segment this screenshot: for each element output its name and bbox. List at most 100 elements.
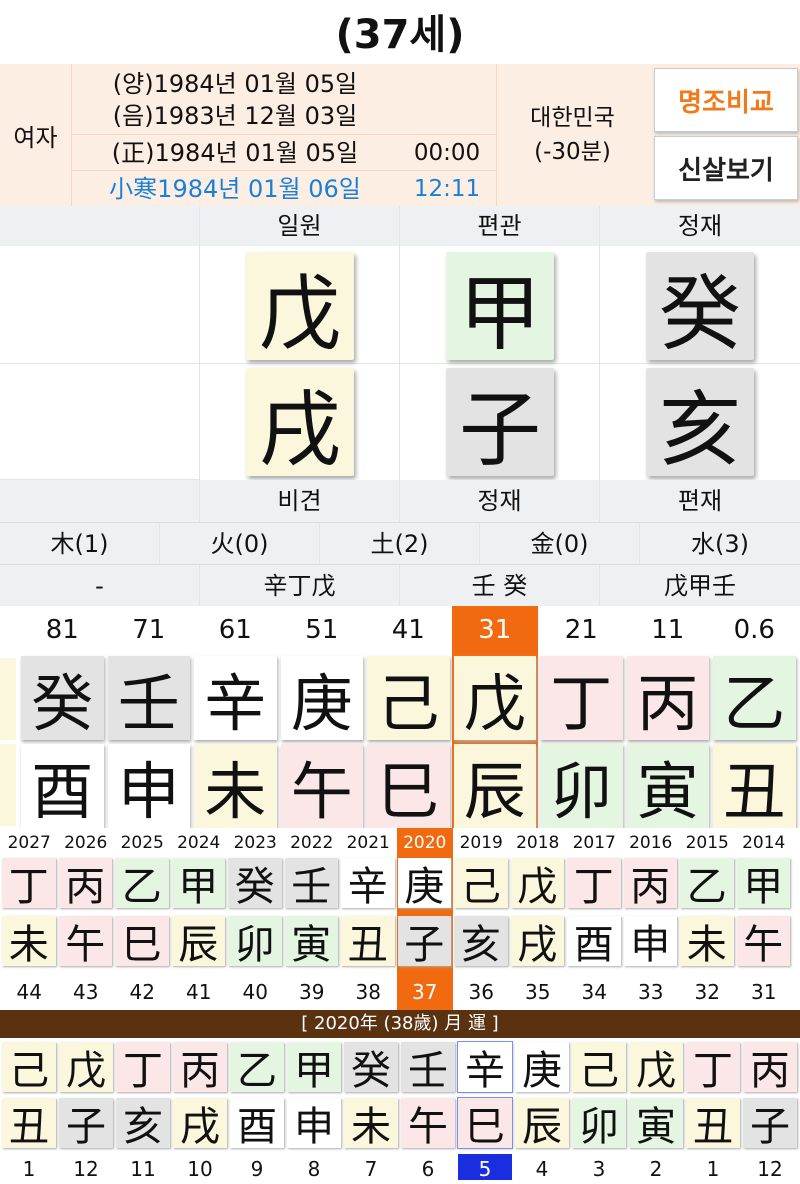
daeun-stem[interactable]: 壬: [107, 656, 190, 740]
daeun-age[interactable]: 41: [367, 606, 450, 650]
wolun-stem[interactable]: 戊: [629, 1042, 683, 1094]
wolun-branch[interactable]: 巳: [457, 1097, 513, 1150]
sewoon-stem[interactable]: 辛: [341, 858, 395, 910]
wolun-stem[interactable]: 癸: [344, 1042, 398, 1094]
daeun-age[interactable]: 21: [540, 606, 623, 650]
wolun-stem[interactable]: 丁: [686, 1042, 740, 1094]
wolun-month[interactable]: 10: [173, 1154, 227, 1181]
daeun-branch[interactable]: 酉: [21, 744, 104, 828]
wolun-branch[interactable]: 午: [401, 1098, 455, 1150]
daeun-branch[interactable]: 丑: [713, 744, 796, 828]
sewoon-year[interactable]: 2020: [398, 830, 453, 854]
sewoon-year[interactable]: 2018: [511, 830, 566, 854]
wolun-branch[interactable]: 酉: [230, 1098, 284, 1150]
sewoon-stem[interactable]: 癸: [228, 858, 282, 910]
wolun-branch[interactable]: 寅: [629, 1098, 683, 1150]
daeun-age[interactable]: 0.6: [713, 606, 796, 650]
daeun-age[interactable]: 11: [627, 606, 710, 650]
daeun-age[interactable]: 71: [108, 606, 191, 650]
daeun-branch[interactable]: 巳: [367, 744, 450, 828]
wolun-stem[interactable]: 丁: [116, 1042, 170, 1094]
sewoon-year[interactable]: 2022: [285, 830, 340, 854]
sewoon-stem[interactable]: 丁: [2, 858, 56, 910]
wolun-branch[interactable]: 卯: [572, 1098, 626, 1150]
sewoon-branch[interactable]: 亥: [454, 916, 508, 968]
daeun-stem[interactable]: 丙: [626, 656, 709, 740]
sewoon-year[interactable]: 2019: [454, 830, 509, 854]
sewoon-stem[interactable]: 戊: [510, 858, 564, 910]
sewoon-branch[interactable]: 未: [680, 916, 734, 968]
wolun-month[interactable]: 4: [515, 1154, 569, 1181]
wolun-stem[interactable]: 己: [2, 1042, 56, 1094]
sewoon-year[interactable]: 2024: [172, 830, 227, 854]
wolun-branch[interactable]: 申: [287, 1098, 341, 1150]
wolun-stem[interactable]: 庚: [515, 1042, 569, 1094]
sewoon-branch[interactable]: 卯: [228, 916, 282, 968]
wolun-branch[interactable]: 子: [743, 1098, 797, 1150]
sewoon-stem[interactable]: 乙: [115, 858, 169, 910]
compare-chart-button[interactable]: 명조비교: [654, 68, 798, 132]
sewoon-stem[interactable]: 丁: [567, 858, 621, 910]
wolun-month[interactable]: 7: [344, 1154, 398, 1181]
month-branch[interactable]: 子: [446, 368, 554, 478]
daeun-age[interactable]: 61: [194, 606, 277, 650]
daeun-stem[interactable]: 己: [367, 656, 450, 740]
wolun-stem[interactable]: 乙: [230, 1042, 284, 1094]
sewoon-stem[interactable]: 甲: [171, 858, 225, 910]
sewoon-stem[interactable]: 壬: [284, 858, 338, 910]
sewoon-branch[interactable]: 巳: [115, 916, 169, 968]
wolun-branch[interactable]: 辰: [515, 1098, 569, 1150]
wolun-stem[interactable]: 甲: [287, 1042, 341, 1094]
sewoon-stem[interactable]: 丙: [623, 858, 677, 910]
sewoon-branch[interactable]: 午: [58, 916, 112, 968]
daeun-stem[interactable]: 乙: [713, 656, 796, 740]
daeun-stem[interactable]: 癸: [21, 656, 104, 740]
daeun-age[interactable]: 31: [454, 606, 537, 650]
sewoon-year[interactable]: 2017: [567, 830, 622, 854]
sewoon-branch[interactable]: 辰: [171, 916, 225, 968]
sewoon-stem[interactable]: 甲: [736, 858, 790, 910]
daeun-branch[interactable]: 卯: [540, 744, 623, 828]
sewoon-branch[interactable]: 丑: [341, 916, 395, 968]
wolun-month[interactable]: 2: [629, 1154, 683, 1181]
wolun-stem[interactable]: 丙: [173, 1042, 227, 1094]
year-stem[interactable]: 癸: [646, 252, 754, 362]
wolun-month[interactable]: 11: [116, 1154, 170, 1181]
sewoon-branch[interactable]: 申: [623, 916, 677, 968]
sewoon-year[interactable]: 2027: [2, 830, 57, 854]
daeun-stem[interactable]: 庚: [280, 656, 363, 740]
wolun-branch[interactable]: 未: [344, 1098, 398, 1150]
sewoon-stem[interactable]: 己: [454, 858, 508, 910]
wolun-month[interactable]: 1: [2, 1154, 56, 1181]
wolun-branch[interactable]: 戌: [173, 1098, 227, 1150]
wolun-branch[interactable]: 丑: [686, 1098, 740, 1150]
daeun-age[interactable]: 81: [21, 606, 104, 650]
daeun-branch[interactable]: 辰: [453, 744, 536, 828]
wolun-month[interactable]: 6: [401, 1154, 455, 1181]
daeun-stem[interactable]: 辛: [194, 656, 277, 740]
wolun-stem[interactable]: 辛: [457, 1041, 513, 1094]
wolun-branch[interactable]: 子: [59, 1098, 113, 1150]
wolun-branch[interactable]: 丑: [2, 1098, 56, 1150]
daeun-branch[interactable]: 午: [280, 744, 363, 828]
sewoon-stem[interactable]: 庚: [397, 858, 451, 910]
sewoon-year[interactable]: 2023: [228, 830, 283, 854]
sewoon-branch[interactable]: 午: [736, 916, 790, 968]
sewoon-branch[interactable]: 子: [397, 916, 451, 968]
sewoon-branch[interactable]: 戌: [510, 916, 564, 968]
daeun-branch[interactable]: 申: [107, 744, 190, 828]
wolun-month[interactable]: 9: [230, 1154, 284, 1181]
sewoon-stem[interactable]: 丙: [58, 858, 112, 910]
wolun-month[interactable]: 8: [287, 1154, 341, 1181]
wolun-stem[interactable]: 戊: [59, 1042, 113, 1094]
sewoon-year[interactable]: 2014: [737, 830, 792, 854]
sewoon-year[interactable]: 2021: [341, 830, 396, 854]
day-branch[interactable]: 戌: [246, 368, 354, 478]
wolun-stem[interactable]: 壬: [401, 1042, 455, 1094]
sewoon-year[interactable]: 2015: [680, 830, 735, 854]
wolun-branch[interactable]: 亥: [116, 1098, 170, 1150]
year-branch[interactable]: 亥: [646, 368, 754, 478]
month-stem[interactable]: 甲: [446, 252, 554, 362]
view-sinsal-button[interactable]: 신살보기: [654, 136, 798, 200]
wolun-month[interactable]: 5: [458, 1154, 512, 1181]
